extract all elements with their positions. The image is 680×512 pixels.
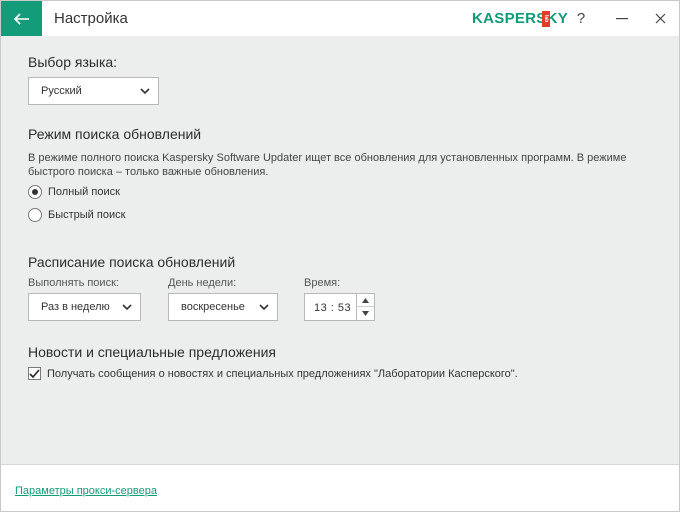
news-checkbox[interactable]	[28, 367, 41, 380]
time-label: Время:	[304, 277, 341, 289]
help-button[interactable]: ?	[563, 1, 599, 36]
checkmark-icon	[29, 368, 40, 378]
chevron-down-icon	[140, 88, 150, 95]
chevron-down-icon	[122, 304, 132, 311]
run-frequency-select[interactable]: Раз в неделю	[28, 293, 141, 321]
language-select-value: Русский	[41, 85, 82, 97]
time-input[interactable]: 13 : 53	[304, 293, 375, 321]
radio-quick-search[interactable]: Быстрый поиск	[28, 208, 125, 222]
time-value[interactable]: 13 : 53	[314, 302, 351, 314]
minimize-button[interactable]	[604, 1, 640, 36]
language-heading: Выбор языка:	[28, 54, 118, 70]
weekday-value: воскресенье	[181, 301, 245, 313]
radio-full-search-label: Полный поиск	[48, 186, 120, 198]
time-increment-button[interactable]	[356, 294, 374, 307]
news-checkbox-row[interactable]: Получать сообщения о новостях и специаль…	[28, 367, 518, 380]
close-button[interactable]	[642, 1, 678, 36]
schedule-heading: Расписание поиска обновлений	[28, 254, 236, 270]
kaspersky-logo: KASPERSKY	[472, 10, 569, 27]
search-mode-description: В режиме полного поиска Kaspersky Softwa…	[28, 152, 627, 178]
radio-button-checked[interactable]	[28, 185, 42, 199]
news-heading: Новости и специальные предложения	[28, 344, 276, 360]
footer-bar: Параметры прокси-сервера	[1, 464, 679, 511]
radio-button-unchecked[interactable]	[28, 208, 42, 222]
close-icon	[655, 13, 665, 24]
triangle-up-icon	[362, 297, 369, 303]
run-search-label: Выполнять поиск:	[28, 277, 119, 289]
radio-full-search[interactable]: Полный поиск	[28, 185, 120, 199]
minimize-icon	[616, 17, 628, 19]
weekday-label: День недели:	[168, 277, 237, 289]
settings-window: Настройка KASPERSKY lab ? Выбор языка: Р…	[0, 0, 680, 512]
search-mode-heading: Режим поиска обновлений	[28, 126, 202, 142]
radio-quick-search-label: Быстрый поиск	[48, 209, 126, 221]
kaspersky-lab-badge: lab	[542, 11, 550, 27]
time-decrement-button[interactable]	[356, 307, 374, 320]
arrow-left-icon	[13, 12, 29, 25]
news-checkbox-label: Получать сообщения о новостях и специаль…	[47, 367, 518, 380]
language-select[interactable]: Русский	[28, 77, 159, 105]
title-bar: Настройка KASPERSKY lab ?	[1, 1, 679, 36]
triangle-down-icon	[362, 311, 369, 316]
chevron-down-icon	[259, 304, 269, 311]
proxy-settings-link[interactable]: Параметры прокси-сервера	[15, 485, 157, 497]
back-button[interactable]	[1, 1, 42, 36]
window-title: Настройка	[54, 10, 128, 27]
run-frequency-value: Раз в неделю	[41, 301, 110, 313]
weekday-select[interactable]: воскресенье	[168, 293, 278, 321]
